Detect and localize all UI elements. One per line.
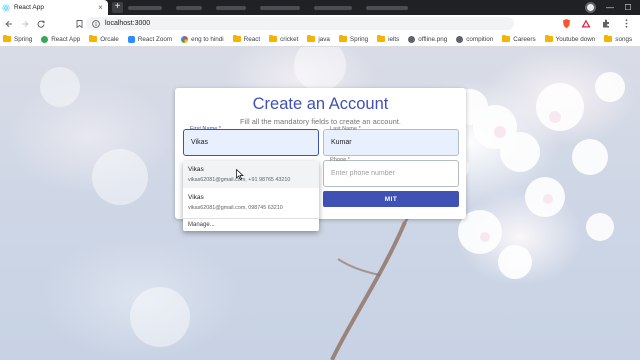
bookmark-item[interactable]: Youtube down — [544, 35, 595, 43]
address-bar[interactable]: localhost:3000 — [86, 17, 514, 30]
folder-icon — [502, 35, 511, 42]
new-tab-button[interactable]: + — [112, 2, 123, 13]
zoom-icon — [127, 35, 135, 43]
folder-icon — [232, 35, 241, 42]
tab-strip: React App × + — ☐ — [0, 0, 640, 15]
profile-avatar[interactable] — [585, 2, 596, 13]
browser-toolbar: localhost:3000 — [0, 15, 640, 32]
phone-field[interactable]: Phone * — [323, 157, 459, 187]
bookmark-item[interactable]: Spring — [338, 35, 368, 43]
bookmark-item[interactable]: React App — [41, 35, 80, 43]
bookmarks-bar: Spring React App Orcale React Zoom eng t… — [0, 32, 640, 47]
autofill-dropdown: Vikas vikas62081@gmail.com, +91 98765 43… — [183, 161, 319, 231]
folder-icon — [269, 35, 278, 42]
first-name-input[interactable]: Vikas — [191, 139, 311, 146]
bookmark-item[interactable]: compition — [456, 35, 493, 43]
menu-kebab-icon[interactable] — [620, 18, 632, 30]
phone-label: Phone * — [330, 157, 350, 163]
last-name-label: Last Name * — [330, 126, 361, 132]
first-name-label: First Name * — [190, 126, 222, 132]
bookmark-item[interactable]: offline.png — [408, 35, 447, 43]
extensions-puzzle-icon[interactable] — [600, 18, 612, 30]
autofill-suggestion[interactable]: Vikas vikas62081@gmail.com, +91 98765 43… — [183, 161, 319, 188]
tab-title: React App — [14, 4, 44, 11]
globe-icon — [456, 35, 464, 43]
bookmark-item[interactable]: React Zoom — [127, 35, 172, 43]
page-background: Create an Account Fill all the mandatory… — [0, 47, 640, 360]
suggestion-name: Vikas — [188, 194, 204, 201]
blurred-tabs — [128, 3, 458, 12]
submit-button[interactable]: MIT — [323, 191, 459, 207]
autofill-manage-link[interactable]: Manage... — [188, 222, 215, 228]
folder-icon — [338, 35, 347, 42]
reload-icon[interactable] — [34, 17, 48, 31]
last-name-input[interactable]: Kumar — [331, 139, 451, 146]
autofill-suggestion[interactable]: Vikas vikas62081@gmail.com, 098745 63210 — [183, 189, 319, 216]
folder-icon — [307, 35, 316, 42]
window-controls: — ☐ — [585, 0, 640, 15]
autofill-divider — [183, 218, 319, 219]
react-favicon-icon — [2, 4, 10, 11]
first-name-field[interactable]: First Name * Vikas — [183, 126, 319, 156]
phone-input[interactable] — [331, 170, 451, 177]
bookmark-item[interactable]: Spring — [3, 35, 32, 43]
folder-icon — [377, 35, 386, 42]
folder-icon — [89, 35, 98, 42]
bookmark-item[interactable]: songs — [604, 35, 632, 43]
last-name-field[interactable]: Last Name * Kumar — [323, 126, 459, 156]
url-text[interactable]: localhost:3000 — [105, 20, 150, 27]
bookmark-item[interactable]: Orcale — [89, 35, 119, 43]
bookmark-item[interactable]: React — [232, 35, 260, 43]
tab-react-app[interactable]: React App × — [0, 0, 108, 15]
suggestion-name: Vikas — [188, 166, 204, 173]
brave-rewards-icon[interactable] — [580, 18, 592, 30]
bookmark-page-icon[interactable] — [72, 17, 86, 31]
maximize-icon[interactable]: ☐ — [622, 3, 634, 12]
brave-shield-icon[interactable] — [560, 18, 572, 30]
folder-icon — [604, 35, 613, 42]
form-subtitle: Fill all the mandatory fields to create … — [240, 117, 401, 126]
mouse-cursor-icon — [236, 169, 244, 180]
forward-icon[interactable] — [18, 17, 32, 31]
bookmark-item[interactable]: java — [307, 35, 330, 43]
globe-icon — [41, 35, 49, 43]
tab-close-icon[interactable]: × — [96, 3, 105, 12]
folder-icon — [3, 35, 11, 42]
toolbar-extensions — [560, 15, 640, 32]
bookmark-item[interactable]: cricket — [269, 35, 298, 43]
bookmark-item[interactable]: eng to hindi — [181, 35, 224, 43]
google-icon — [181, 35, 189, 43]
globe-icon — [408, 35, 416, 43]
bookmark-item[interactable]: ielts — [377, 35, 399, 43]
folder-icon — [544, 35, 553, 42]
back-icon[interactable] — [2, 17, 16, 31]
bookmark-item[interactable]: Careers — [502, 35, 536, 43]
suggestion-detail: vikas62081@gmail.com, 098745 63210 — [188, 205, 283, 211]
info-icon[interactable] — [92, 19, 100, 28]
minimize-icon[interactable]: — — [604, 3, 616, 12]
page-title: Create an Account — [252, 95, 389, 113]
